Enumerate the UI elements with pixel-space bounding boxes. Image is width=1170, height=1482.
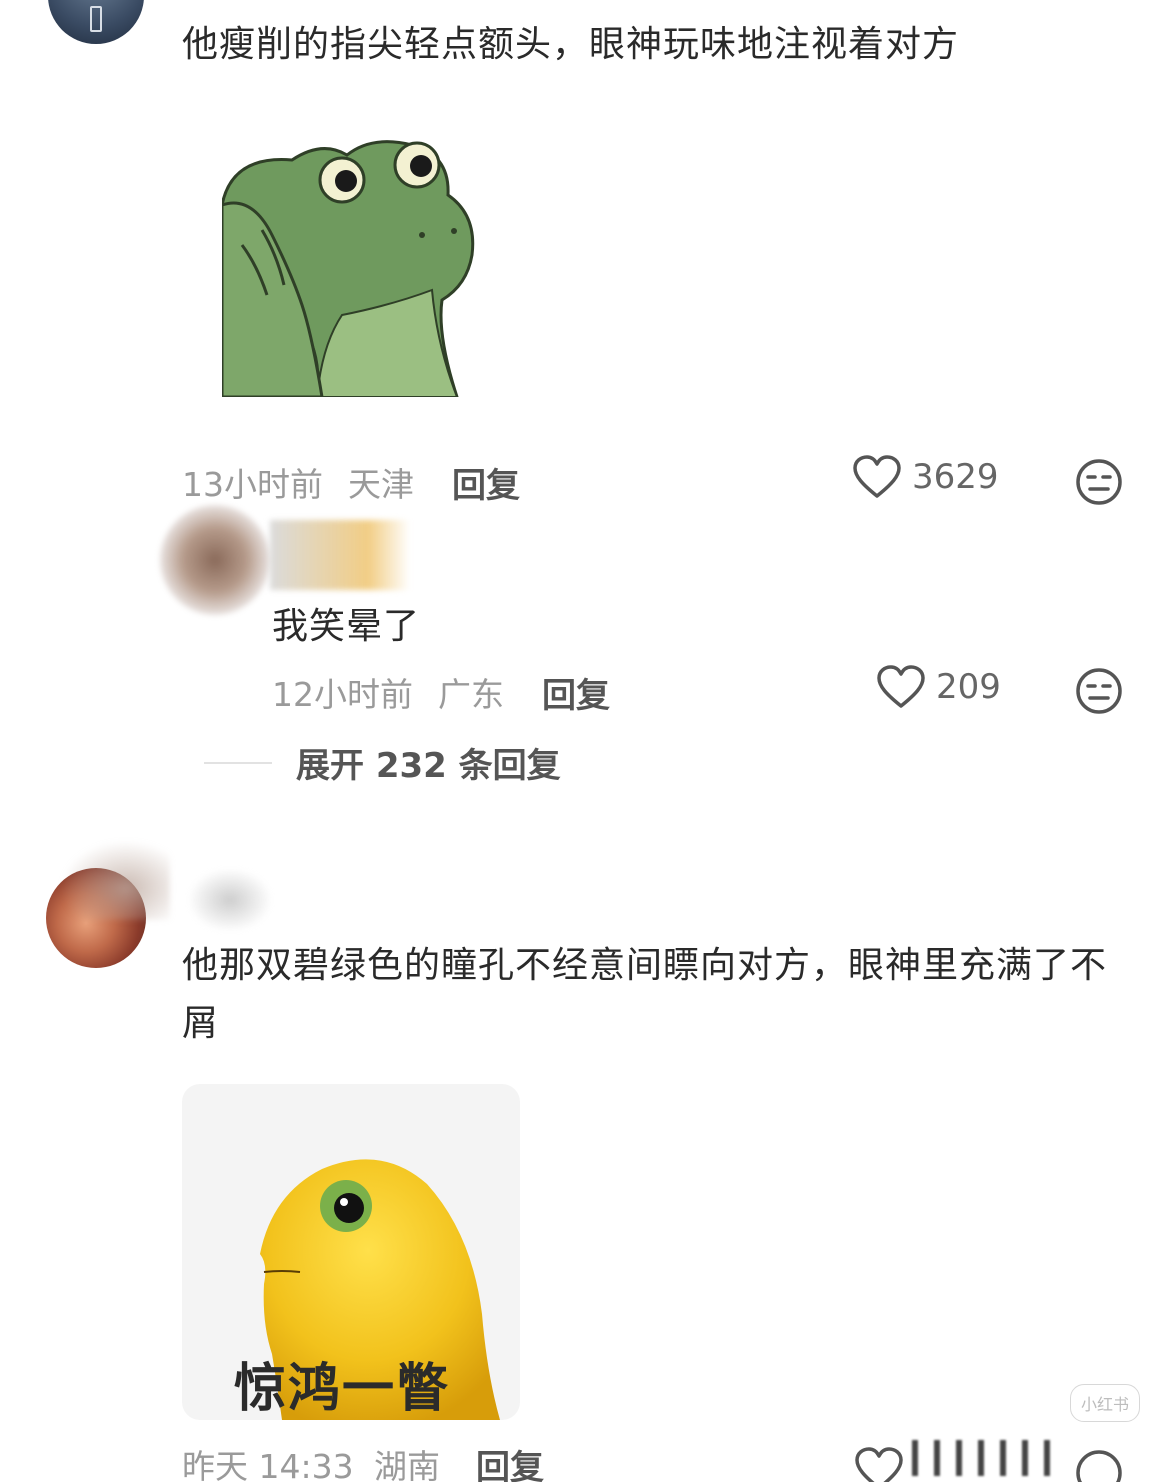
username-blurred [60, 840, 170, 920]
heart-icon [853, 455, 901, 498]
username-blurred [190, 870, 270, 930]
dislike-face-icon[interactable] [1074, 1448, 1124, 1482]
heart-icon [877, 665, 925, 708]
reply-location: 广东 [438, 675, 504, 714]
like-button[interactable]: 209 [876, 664, 1001, 710]
comment-sticker[interactable] [222, 135, 478, 397]
like-count: 3629 [912, 457, 999, 497]
reply-button[interactable]: 回复 [476, 1440, 544, 1482]
reply-button[interactable]: 回复 [542, 668, 610, 717]
comment-time: 13小时前 [182, 465, 323, 504]
like-count: 209 [936, 667, 1001, 707]
reply-username-blurred [270, 520, 410, 590]
expand-replies-label: 展开 232 条回复 [296, 746, 561, 786]
comment-time: 昨天 14:33 [182, 1447, 354, 1482]
comment-location: 湖南 [374, 1447, 440, 1482]
comment-sticker[interactable]: 惊鸿一瞥 [182, 1084, 520, 1420]
reply-avatar-blurred[interactable] [160, 505, 270, 615]
thinking-frog-sticker-icon [222, 140, 475, 397]
comment-text: 他瘦削的指尖轻点额头，眼神玩味地注视着对方 [182, 24, 960, 65]
watermark-logo: 小红书 [1070, 1384, 1141, 1422]
reply-time: 12小时前 [272, 675, 413, 714]
dislike-face-icon[interactable] [1074, 457, 1124, 507]
like-count-obscured [912, 1440, 1062, 1476]
comment-text: 他那双碧绿色的瞳孔不经意间瞟向对方，眼神里充满了不屑 [182, 945, 1108, 1044]
avatar-detail-icon [90, 6, 102, 32]
reply-text: 我笑晕了 [272, 606, 421, 647]
sticker-caption: 惊鸿一瞥 [234, 1359, 451, 1419]
dislike-face-icon[interactable] [1074, 666, 1124, 716]
expand-replies[interactable]: 展开 232 条回复 [204, 738, 561, 787]
like-button[interactable]: 3629 [852, 454, 999, 500]
reply-button[interactable]: 回复 [452, 458, 520, 507]
divider-line [204, 761, 272, 764]
heart-icon[interactable] [854, 1446, 904, 1482]
user-avatar[interactable] [48, 0, 144, 44]
comment-location: 天津 [348, 465, 414, 504]
